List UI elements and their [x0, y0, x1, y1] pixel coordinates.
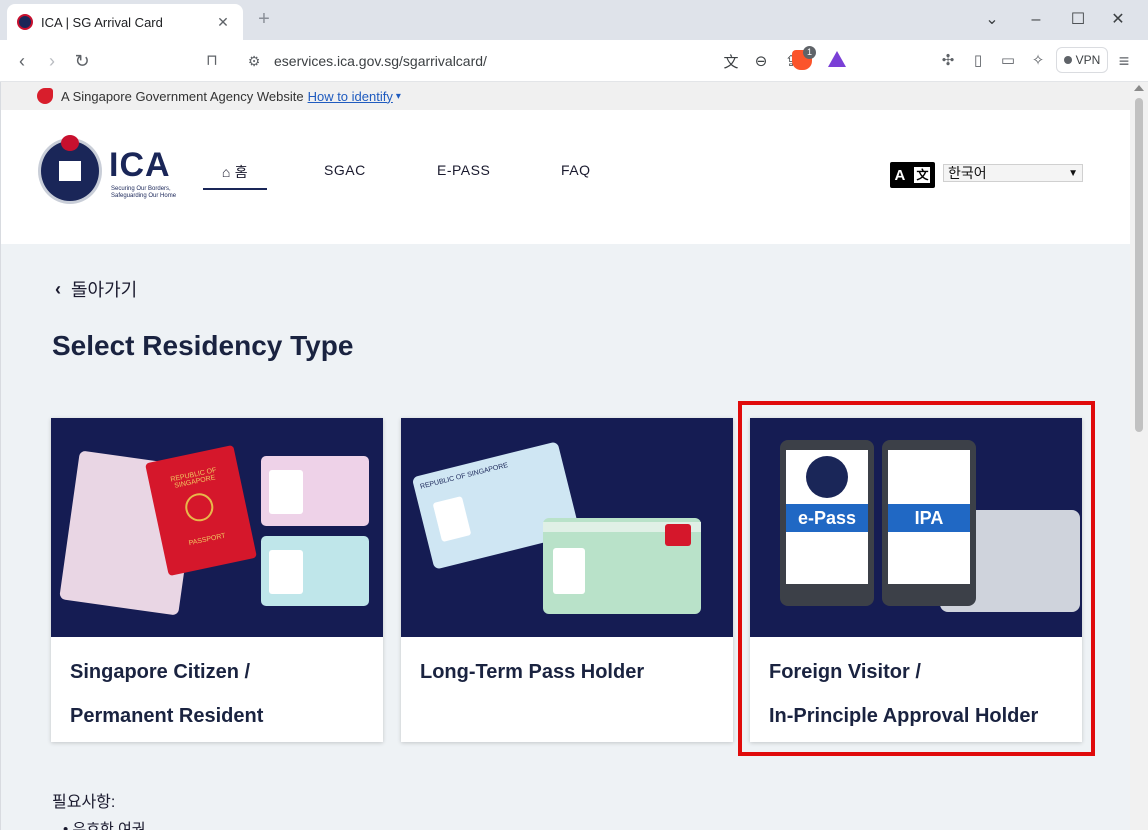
url-text[interactable]: eservices.ica.gov.sg/sgarrivalcard/ [274, 53, 716, 69]
browser-tab[interactable]: ICA | SG Arrival Card ✕ [7, 4, 243, 40]
brave-rewards-icon[interactable] [828, 51, 846, 67]
nav-home[interactable]: ⌂ 홈 [203, 162, 267, 190]
card-label-line2: Permanent Resident [70, 705, 264, 727]
card-label: Long-Term Pass Holder [420, 650, 720, 694]
vpn-label: VPN [1075, 53, 1101, 67]
maximize-icon[interactable]: ☐ [1064, 8, 1092, 32]
ica-crest-icon[interactable] [38, 135, 102, 204]
home-icon: ⌂ [221, 164, 231, 180]
language-selected-value: 한국어 [948, 165, 987, 181]
ltp-photo [432, 496, 472, 543]
browser-tab-bar: ICA | SG Arrival Card ✕ + ⌄ – ☐ ✕ [0, 0, 1148, 40]
reload-icon[interactable]: ↻ [70, 49, 94, 73]
card-citizen-pr[interactable]: REPUBLIC OF SINGAPORE PASSPORT Singapore… [51, 418, 383, 742]
menu-icon[interactable]: ≡ [1112, 49, 1136, 73]
pink-ic-photo [269, 470, 303, 514]
sidebar-icon[interactable]: ▯ [966, 49, 990, 73]
chevron-left-icon: ‹ [55, 278, 61, 299]
address-bar[interactable]: ⚙ eservices.ica.gov.sg/sgarrivalcard/ 文 … [236, 44, 866, 78]
back-link[interactable]: ‹ 돌아가기 [55, 276, 137, 302]
singapore-crest-icon [665, 524, 691, 546]
how-to-identify-link[interactable]: How to identify [308, 89, 393, 104]
ica-logo-text[interactable]: ICA [109, 146, 171, 185]
nav-faq[interactable]: FAQ [561, 162, 591, 178]
scroll-up-icon[interactable] [1134, 85, 1144, 91]
zoom-icon[interactable]: ⊖ [746, 52, 776, 70]
requirements-first-item: • 유효한 여권 [63, 818, 146, 830]
bookmark-icon[interactable]: ⊓ [200, 49, 224, 73]
card-label-line1: Long-Term Pass Holder [420, 661, 645, 683]
extensions-icon[interactable]: ✣ [936, 49, 960, 73]
nav-epass[interactable]: E-PASS [437, 162, 490, 178]
nav-sgac[interactable]: SGAC [324, 162, 366, 178]
card-label: Singapore Citizen / Permanent Resident [70, 650, 370, 738]
forward-arrow-icon[interactable]: › [40, 49, 64, 73]
language-icon: A 文 [890, 162, 935, 188]
chevron-down-icon: ▼ [1068, 167, 1078, 179]
language-icon-zh: 文 [914, 167, 931, 183]
lion-head-emblem [61, 135, 79, 151]
blue-ic-photo [269, 550, 303, 594]
ica-logo-tagline: Securing Our Borders, Safeguarding Our H… [111, 186, 177, 199]
minimize-icon[interactable]: – [1022, 8, 1050, 32]
passport-label-text: PASSPORT [188, 532, 227, 548]
ltp-front-photo [553, 548, 585, 594]
requirements-first-item-text: 유효한 여권 [72, 821, 146, 830]
translate-icon[interactable]: 文 [716, 51, 746, 72]
card-label-line1: Singapore Citizen / [70, 661, 251, 683]
language-icon-a: A [894, 166, 906, 184]
scrollbar-thumb[interactable] [1135, 98, 1143, 432]
selection-highlight-box [738, 401, 1095, 756]
gov-banner-text: A Singapore Government Agency Website [61, 88, 304, 104]
back-arrow-icon[interactable]: ‹ [10, 49, 34, 73]
page-scrollbar[interactable] [1130, 82, 1148, 830]
passport-crest-icon [182, 490, 216, 524]
ltp-card-country-text: REPUBLIC OF SINGAPORE [419, 462, 509, 491]
citizen-pr-illustration: REPUBLIC OF SINGAPORE PASSPORT [51, 418, 383, 637]
new-tab-button[interactable]: + [252, 8, 276, 32]
tab-title: ICA | SG Arrival Card [41, 14, 163, 30]
pink-ic-card-shape [261, 456, 369, 526]
gov-banner: A Singapore Government Agency Website Ho… [1, 82, 1130, 110]
passport-country-text: REPUBLIC OF SINGAPORE [169, 467, 218, 490]
leo-ai-icon[interactable]: ✧ [1026, 49, 1050, 73]
blue-ic-card-shape [261, 536, 369, 606]
close-window-icon[interactable]: ✕ [1104, 8, 1132, 32]
gate-emblem [57, 159, 83, 183]
ltp-card-front-shape [543, 518, 701, 614]
card-long-term-pass[interactable]: REPUBLIC OF SINGAPORE Long-Term Pass Hol… [401, 418, 733, 742]
vpn-status-icon [1063, 56, 1072, 64]
site-settings-icon[interactable]: ⚙ [242, 53, 266, 70]
shields-count-badge: 1 [803, 46, 817, 59]
ica-favicon-icon [17, 14, 33, 30]
page-title: Select Residency Type [52, 330, 354, 361]
singapore-lion-icon [37, 88, 53, 104]
wallet-icon[interactable]: ▭ [996, 49, 1020, 73]
nav-home-label: 홈 [234, 164, 249, 180]
long-term-pass-illustration: REPUBLIC OF SINGAPORE [401, 418, 733, 637]
language-select[interactable]: 한국어 ▼ [943, 164, 1083, 182]
vpn-button[interactable]: VPN [1056, 47, 1108, 73]
chevron-down-icon[interactable]: ▾ [396, 91, 401, 102]
tab-search-chevron-down-icon[interactable]: ⌄ [978, 8, 1006, 32]
requirements-label: 필요사항: [52, 794, 116, 811]
tab-close-icon[interactable]: ✕ [213, 14, 233, 31]
back-label: 돌아가기 [71, 280, 138, 300]
page-viewport: A Singapore Government Agency Website Ho… [0, 82, 1130, 830]
site-header: ICA Securing Our Borders, Safeguarding O… [1, 110, 1130, 244]
